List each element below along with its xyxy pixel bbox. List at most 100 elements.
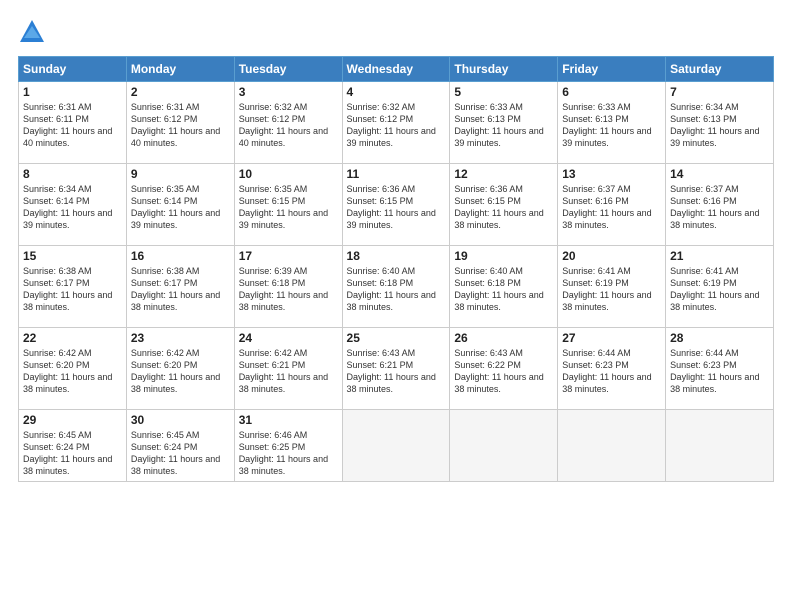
weekday-header-saturday: Saturday (666, 57, 774, 82)
day-info: Sunrise: 6:46 AMSunset: 6:25 PMDaylight:… (239, 429, 338, 478)
day-number: 18 (347, 249, 446, 263)
calendar-day: 5 Sunrise: 6:33 AMSunset: 6:13 PMDaylight… (450, 82, 558, 164)
calendar-day: 9 Sunrise: 6:35 AMSunset: 6:14 PMDaylight… (126, 164, 234, 246)
day-number: 19 (454, 249, 553, 263)
day-info: Sunrise: 6:44 AMSunset: 6:23 PMDaylight:… (562, 347, 661, 396)
day-number: 9 (131, 167, 230, 181)
day-info: Sunrise: 6:40 AMSunset: 6:18 PMDaylight:… (347, 265, 446, 314)
calendar-day: 29 Sunrise: 6:45 AMSunset: 6:24 PMDayligh… (19, 410, 127, 482)
weekday-header-thursday: Thursday (450, 57, 558, 82)
weekday-header-row: SundayMondayTuesdayWednesdayThursdayFrid… (19, 57, 774, 82)
calendar-day: 16 Sunrise: 6:38 AMSunset: 6:17 PMDayligh… (126, 246, 234, 328)
day-number: 12 (454, 167, 553, 181)
weekday-header-wednesday: Wednesday (342, 57, 450, 82)
calendar-day (342, 410, 450, 482)
calendar-day: 1 Sunrise: 6:31 AMSunset: 6:11 PMDaylight… (19, 82, 127, 164)
day-info: Sunrise: 6:34 AMSunset: 6:13 PMDaylight:… (670, 101, 769, 150)
day-info: Sunrise: 6:40 AMSunset: 6:18 PMDaylight:… (454, 265, 553, 314)
day-number: 30 (131, 413, 230, 427)
calendar-day: 18 Sunrise: 6:40 AMSunset: 6:18 PMDayligh… (342, 246, 450, 328)
day-number: 11 (347, 167, 446, 181)
weekday-header-sunday: Sunday (19, 57, 127, 82)
day-number: 15 (23, 249, 122, 263)
day-number: 21 (670, 249, 769, 263)
calendar-day: 4Sunrise: 6:32 AMSunset: 6:12 PMDaylight… (342, 82, 450, 164)
day-info: Sunrise: 6:35 AMSunset: 6:14 PMDaylight:… (131, 183, 230, 232)
day-number: 10 (239, 167, 338, 181)
day-number: 3 (239, 85, 338, 99)
calendar-day: 28 Sunrise: 6:44 AMSunset: 6:23 PMDayligh… (666, 328, 774, 410)
day-info: Sunrise: 6:45 AMSunset: 6:24 PMDaylight:… (23, 429, 122, 478)
day-number: 1 (23, 85, 122, 99)
calendar-day: 20Sunrise: 6:41 AMSunset: 6:19 PMDayligh… (558, 246, 666, 328)
calendar-week-5: 29 Sunrise: 6:45 AMSunset: 6:24 PMDayligh… (19, 410, 774, 482)
day-info: Sunrise: 6:38 AMSunset: 6:17 PMDaylight:… (23, 265, 122, 314)
calendar-week-1: 1 Sunrise: 6:31 AMSunset: 6:11 PMDaylight… (19, 82, 774, 164)
day-number: 6 (562, 85, 661, 99)
calendar-day (558, 410, 666, 482)
day-info: Sunrise: 6:39 AMSunset: 6:18 PMDaylight:… (239, 265, 338, 314)
day-number: 8 (23, 167, 122, 181)
day-number: 2 (131, 85, 230, 99)
logo-icon (18, 18, 46, 46)
day-number: 17 (239, 249, 338, 263)
calendar-day: 13Sunrise: 6:37 AMSunset: 6:16 PMDayligh… (558, 164, 666, 246)
day-number: 5 (454, 85, 553, 99)
day-info: Sunrise: 6:42 AMSunset: 6:20 PMDaylight:… (23, 347, 122, 396)
calendar-day (450, 410, 558, 482)
day-number: 29 (23, 413, 122, 427)
day-number: 13 (562, 167, 661, 181)
calendar-day: 15 Sunrise: 6:38 AMSunset: 6:17 PMDayligh… (19, 246, 127, 328)
calendar-day: 30 Sunrise: 6:45 AMSunset: 6:24 PMDayligh… (126, 410, 234, 482)
day-number: 16 (131, 249, 230, 263)
day-info: Sunrise: 6:32 AMSunset: 6:12 PMDaylight:… (347, 101, 446, 150)
day-info: Sunrise: 6:37 AMSunset: 6:16 PMDaylight:… (670, 183, 769, 232)
calendar-day: 31 Sunrise: 6:46 AMSunset: 6:25 PMDayligh… (234, 410, 342, 482)
day-info: Sunrise: 6:35 AMSunset: 6:15 PMDaylight:… (239, 183, 338, 232)
day-info: Sunrise: 6:41 AMSunset: 6:19 PMDaylight:… (670, 265, 769, 314)
day-info: Sunrise: 6:43 AMSunset: 6:22 PMDaylight:… (454, 347, 553, 396)
logo (18, 18, 50, 46)
calendar-day: 25Sunrise: 6:43 AMSunset: 6:21 PMDayligh… (342, 328, 450, 410)
calendar-day (666, 410, 774, 482)
calendar-day: 27 Sunrise: 6:44 AMSunset: 6:23 PMDayligh… (558, 328, 666, 410)
day-number: 22 (23, 331, 122, 345)
day-info: Sunrise: 6:44 AMSunset: 6:23 PMDaylight:… (670, 347, 769, 396)
day-info: Sunrise: 6:36 AMSunset: 6:15 PMDaylight:… (454, 183, 553, 232)
day-info: Sunrise: 6:34 AMSunset: 6:14 PMDaylight:… (23, 183, 122, 232)
day-number: 28 (670, 331, 769, 345)
weekday-header-monday: Monday (126, 57, 234, 82)
day-number: 7 (670, 85, 769, 99)
calendar-day: 6 Sunrise: 6:33 AMSunset: 6:13 PMDaylight… (558, 82, 666, 164)
day-number: 27 (562, 331, 661, 345)
calendar-day: 10 Sunrise: 6:35 AMSunset: 6:15 PMDayligh… (234, 164, 342, 246)
day-info: Sunrise: 6:31 AMSunset: 6:12 PMDaylight:… (131, 101, 230, 150)
day-number: 24 (239, 331, 338, 345)
calendar-day: 8 Sunrise: 6:34 AMSunset: 6:14 PMDaylight… (19, 164, 127, 246)
day-info: Sunrise: 6:42 AMSunset: 6:20 PMDaylight:… (131, 347, 230, 396)
day-number: 31 (239, 413, 338, 427)
page: SundayMondayTuesdayWednesdayThursdayFrid… (0, 0, 792, 612)
day-info: Sunrise: 6:33 AMSunset: 6:13 PMDaylight:… (562, 101, 661, 150)
day-info: Sunrise: 6:31 AMSunset: 6:11 PMDaylight:… (23, 101, 122, 150)
calendar: SundayMondayTuesdayWednesdayThursdayFrid… (18, 56, 774, 482)
calendar-day: 23Sunrise: 6:42 AMSunset: 6:20 PMDayligh… (126, 328, 234, 410)
day-number: 20 (562, 249, 661, 263)
day-number: 14 (670, 167, 769, 181)
calendar-week-3: 15 Sunrise: 6:38 AMSunset: 6:17 PMDayligh… (19, 246, 774, 328)
calendar-day: 19 Sunrise: 6:40 AMSunset: 6:18 PMDayligh… (450, 246, 558, 328)
calendar-day: 14 Sunrise: 6:37 AMSunset: 6:16 PMDayligh… (666, 164, 774, 246)
day-info: Sunrise: 6:45 AMSunset: 6:24 PMDaylight:… (131, 429, 230, 478)
calendar-week-2: 8 Sunrise: 6:34 AMSunset: 6:14 PMDaylight… (19, 164, 774, 246)
day-info: Sunrise: 6:38 AMSunset: 6:17 PMDaylight:… (131, 265, 230, 314)
day-info: Sunrise: 6:33 AMSunset: 6:13 PMDaylight:… (454, 101, 553, 150)
day-info: Sunrise: 6:36 AMSunset: 6:15 PMDaylight:… (347, 183, 446, 232)
calendar-day: 7 Sunrise: 6:34 AMSunset: 6:13 PMDaylight… (666, 82, 774, 164)
day-number: 25 (347, 331, 446, 345)
day-info: Sunrise: 6:32 AMSunset: 6:12 PMDaylight:… (239, 101, 338, 150)
calendar-day: 2 Sunrise: 6:31 AMSunset: 6:12 PMDaylight… (126, 82, 234, 164)
calendar-day: 21 Sunrise: 6:41 AMSunset: 6:19 PMDayligh… (666, 246, 774, 328)
calendar-day: 17 Sunrise: 6:39 AMSunset: 6:18 PMDayligh… (234, 246, 342, 328)
weekday-header-tuesday: Tuesday (234, 57, 342, 82)
calendar-day: 12 Sunrise: 6:36 AMSunset: 6:15 PMDayligh… (450, 164, 558, 246)
